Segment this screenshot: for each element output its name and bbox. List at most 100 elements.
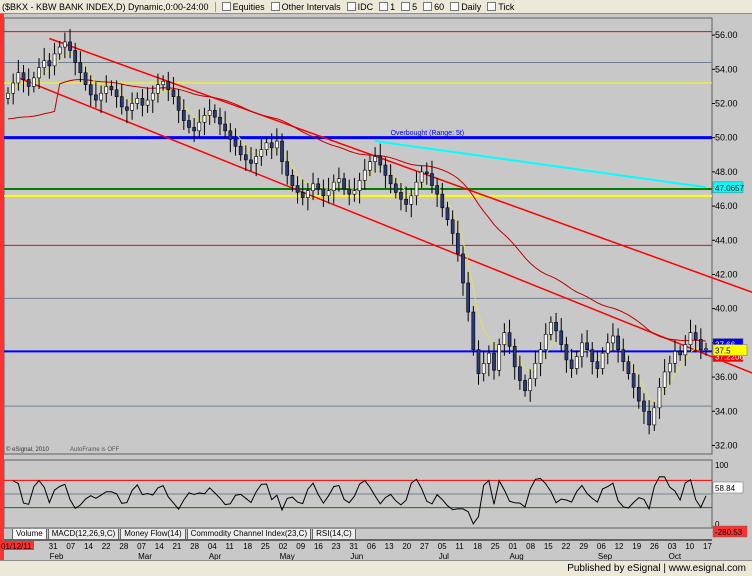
candle-body bbox=[512, 345, 517, 368]
candle-body bbox=[176, 96, 181, 111]
candle-body bbox=[140, 98, 145, 106]
candle-body bbox=[52, 53, 57, 67]
candle-body bbox=[233, 139, 238, 147]
candle-body bbox=[347, 188, 352, 195]
candle-body bbox=[533, 363, 538, 380]
month-label: Oct bbox=[669, 552, 682, 560]
tab-rsi[interactable]: RSI(14,C) bbox=[312, 529, 356, 540]
candle-body bbox=[559, 330, 564, 345]
candle-body bbox=[704, 348, 708, 351]
clock-icon bbox=[401, 2, 411, 11]
y-tick-label: 44.00 bbox=[715, 235, 738, 245]
candle-body bbox=[383, 164, 388, 176]
interval-60-button[interactable]: 60 bbox=[423, 2, 444, 12]
window-title: ($BKX - KBW BANK INDEX,D) Dynamic,0:00-2… bbox=[2, 1, 209, 12]
candle-body bbox=[130, 103, 134, 111]
rsi-tick-label: 100 bbox=[715, 461, 729, 470]
calendar-icon bbox=[450, 2, 460, 11]
candle-body bbox=[399, 192, 403, 200]
candle-body bbox=[357, 180, 362, 191]
tab-money-flow[interactable]: Money Flow(14) bbox=[120, 529, 186, 540]
candle-body bbox=[688, 332, 693, 345]
candle-body bbox=[57, 46, 62, 55]
candle-body bbox=[83, 72, 88, 85]
x-tick-label: 25 bbox=[261, 542, 270, 551]
month-label: Aug bbox=[509, 552, 523, 560]
x-tick-label: 01 bbox=[508, 542, 517, 551]
x-tick-label: 04 bbox=[208, 542, 217, 551]
price-chart[interactable]: Overbought (Range: 5t) © eSignal, 2010 Aut… bbox=[0, 14, 752, 560]
x-tick-label: 18 bbox=[473, 542, 482, 551]
tick-button[interactable]: Tick bbox=[487, 2, 514, 12]
x-tick-label: 25 bbox=[491, 542, 500, 551]
tab-macd[interactable]: MACD(12,26,9,C) bbox=[47, 529, 120, 540]
candle-body bbox=[238, 145, 243, 156]
candle-body bbox=[605, 342, 610, 354]
candle-body bbox=[342, 178, 346, 190]
candle-body bbox=[662, 371, 667, 388]
x-tick-label: 19 bbox=[632, 542, 641, 551]
candle-body bbox=[652, 407, 657, 426]
candle-body bbox=[419, 171, 424, 183]
candle-body bbox=[440, 193, 445, 209]
candle-body bbox=[502, 332, 507, 345]
candle-body bbox=[393, 183, 398, 193]
y-tick-label: 50.00 bbox=[715, 133, 738, 143]
candle-body bbox=[171, 89, 176, 97]
other-intervals-button[interactable]: Other Intervals bbox=[270, 2, 341, 12]
candle-body bbox=[166, 80, 171, 91]
autoframe-note: AutoFrame is OFF bbox=[70, 447, 120, 453]
x-tick-label: 06 bbox=[367, 542, 376, 551]
candle-body bbox=[698, 339, 703, 351]
candle-body bbox=[626, 361, 631, 374]
tick-icon bbox=[487, 2, 497, 11]
x-tick-label: 20 bbox=[402, 542, 411, 551]
x-tick-label: 11 bbox=[226, 542, 235, 551]
tab-volume[interactable]: Volume bbox=[12, 529, 47, 540]
x-tick-label: 15 bbox=[544, 542, 553, 551]
y-tick-label: 34.00 bbox=[715, 406, 738, 416]
price-flag-label: 47.0657 bbox=[715, 184, 744, 193]
candle-body bbox=[125, 106, 129, 111]
candle-body bbox=[337, 178, 341, 183]
candle-body bbox=[114, 89, 119, 97]
candle-body bbox=[326, 190, 331, 197]
equities-button[interactable]: Equities bbox=[221, 2, 265, 12]
interval-5-button[interactable]: 5 bbox=[401, 2, 417, 12]
y-tick-label: 46.00 bbox=[715, 201, 738, 211]
candle-body bbox=[223, 123, 227, 132]
x-tick-label: 27 bbox=[420, 542, 429, 551]
candle-body bbox=[42, 60, 47, 68]
overbought-annotation: Overbought (Range: 5t) bbox=[391, 130, 465, 137]
candle-body bbox=[135, 98, 140, 104]
window-toolbar: ($BKX - KBW BANK INDEX,D) Dynamic,0:00-2… bbox=[0, 0, 752, 14]
month-label: May bbox=[280, 552, 295, 560]
candle-body bbox=[300, 192, 305, 198]
candle-body bbox=[290, 175, 295, 186]
x-tick-label: 22 bbox=[102, 542, 111, 551]
x-tick-label: 12 bbox=[615, 542, 624, 551]
y-tick-label: 42.00 bbox=[715, 269, 738, 279]
tab-cci[interactable]: Commodity Channel Index(23,C) bbox=[186, 529, 312, 540]
x-tick-label: 08 bbox=[526, 542, 535, 551]
x-tick-label: 28 bbox=[190, 542, 199, 551]
daily-button[interactable]: Daily bbox=[450, 2, 481, 12]
candle-body bbox=[207, 110, 212, 116]
candle-body bbox=[683, 344, 688, 356]
x-tick-label: 31 bbox=[349, 542, 358, 551]
candle-body bbox=[109, 86, 114, 91]
y-tick-label: 52.00 bbox=[715, 98, 738, 108]
candle-body bbox=[430, 173, 434, 186]
x-tick-label: 07 bbox=[66, 542, 75, 551]
x-tick-label: 17 bbox=[703, 542, 712, 551]
candle-body bbox=[373, 156, 377, 162]
candle-body bbox=[352, 190, 357, 195]
candle-body bbox=[187, 120, 191, 128]
candle-body bbox=[150, 92, 155, 101]
interval-1-button[interactable]: 1 bbox=[379, 2, 395, 12]
candle-body bbox=[621, 349, 626, 362]
candle-body bbox=[88, 84, 93, 96]
x-tick-label: 29 bbox=[579, 542, 588, 551]
y-tick-label: 36.00 bbox=[715, 372, 738, 382]
idc-button[interactable]: IDC bbox=[346, 2, 373, 12]
